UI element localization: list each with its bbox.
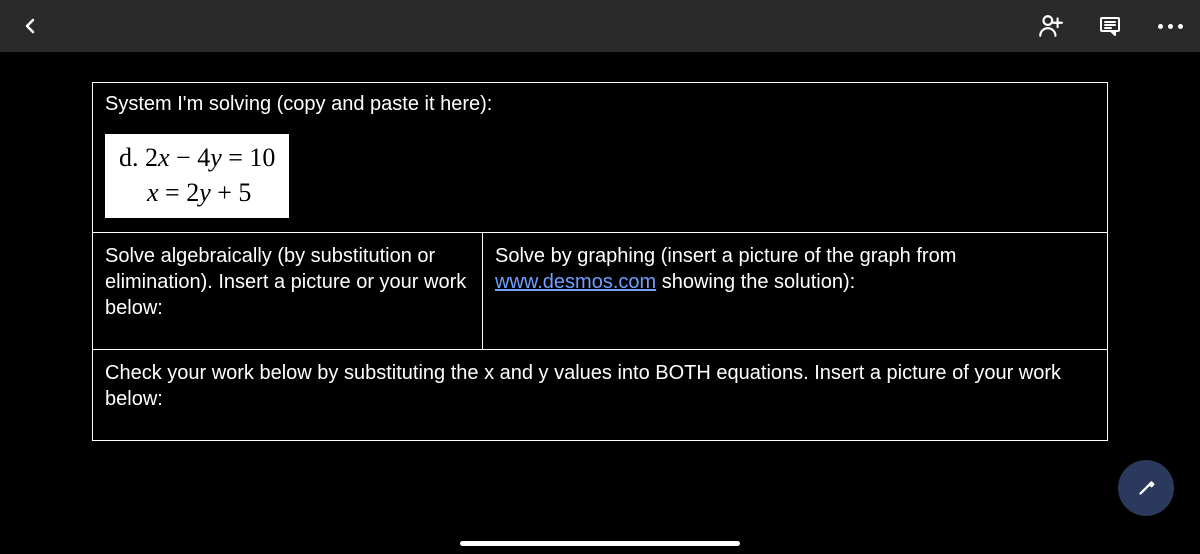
more-icon [1158,24,1183,29]
back-button[interactable] [14,10,46,42]
app-header [0,0,1200,52]
cell-solve-graphing: Solve by graphing (insert a picture of t… [483,233,1107,349]
header-left-group [14,10,46,42]
row-system: System I'm solving (copy and paste it he… [93,83,1107,233]
edit-fab[interactable] [1118,460,1174,516]
equation-line-1: d. 2x − 4y = 10 [119,140,275,175]
equation-image: d. 2x − 4y = 10 x = 2y + 5 [105,134,289,218]
back-icon [18,14,42,38]
person-add-icon [1037,13,1063,39]
edit-icon [1135,477,1157,499]
comments-button[interactable] [1094,10,1126,42]
header-right-group [1034,10,1186,42]
worksheet-table: System I'm solving (copy and paste it he… [92,82,1108,441]
row-solve: Solve algebraically (by substitution or … [93,233,1107,349]
desmos-link[interactable]: www.desmos.com [495,271,656,293]
home-indicator[interactable] [460,541,740,546]
comments-icon [1098,14,1122,38]
graphing-text-after: showing the solution): [656,271,855,293]
add-person-button[interactable] [1034,10,1066,42]
cell-solve-algebraically: Solve algebraically (by substitution or … [93,233,483,349]
system-title: System I'm solving (copy and paste it he… [105,93,1095,116]
more-button[interactable] [1154,10,1186,42]
graphing-text-before: Solve by graphing (insert a picture of t… [495,245,956,267]
equation-line-2: x = 2y + 5 [119,175,275,210]
row-check-work: Check your work below by substituting th… [93,349,1107,440]
document-content: System I'm solving (copy and paste it he… [0,52,1200,441]
